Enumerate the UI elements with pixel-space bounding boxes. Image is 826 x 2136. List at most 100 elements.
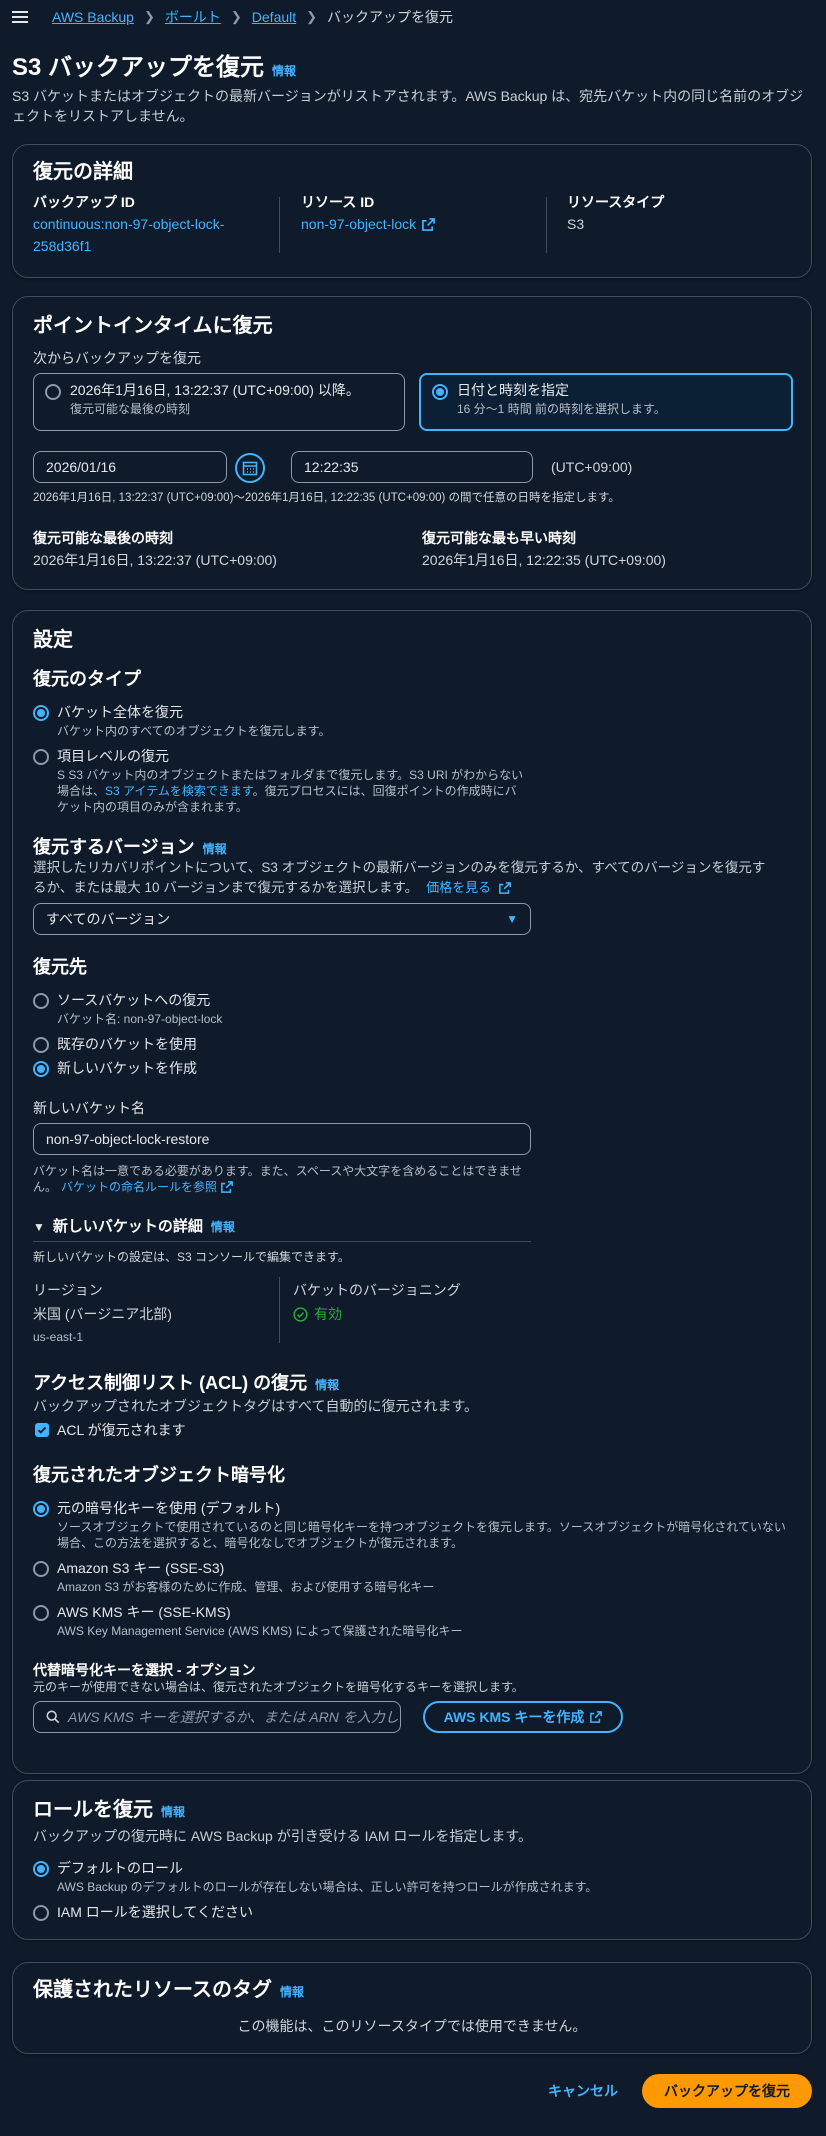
create-new-bucket-radio[interactable] — [33, 1061, 49, 1077]
search-icon — [46, 1710, 60, 1724]
sse-s3-radio[interactable] — [33, 1561, 49, 1577]
resource-id-label: リソース ID — [301, 194, 375, 210]
sse-kms-title[interactable]: AWS KMS キー (SSE-KMS) — [57, 1603, 231, 1622]
versions-select[interactable]: すべてのバージョン ▼ — [33, 903, 531, 935]
bucket-naming-rules-link[interactable]: バケットの命名ルールを参照 — [61, 1179, 217, 1195]
use-existing-bucket-title[interactable]: 既存のバケットを使用 — [57, 1035, 197, 1054]
divider — [279, 197, 280, 253]
sse-s3-title[interactable]: Amazon S3 キー (SSE-S3) — [57, 1559, 224, 1578]
original-key-desc-line2: 場合、この方法を選択すると、暗号化なしでオブジェクトが復元されます。 — [57, 1536, 463, 1550]
info-link[interactable]: 情報 — [272, 63, 296, 79]
restore-role-heading-row: ロールを復元 情報 — [33, 1797, 185, 1824]
default-role-radio[interactable] — [33, 1861, 49, 1877]
new-bucket-details-title: 新しいバケットの詳細 — [52, 1218, 203, 1235]
acl-checkbox-label[interactable]: ACL が復元されます — [57, 1421, 186, 1440]
caret-down-icon: ▼ — [506, 911, 518, 926]
calendar-button[interactable] — [235, 453, 265, 483]
create-kms-key-button[interactable]: AWS KMS キーを作成 — [423, 1701, 623, 1733]
tags-unavailable-message: この機能は、このリソースタイプでは使用できません。 — [237, 2018, 587, 2034]
restore-entire-bucket-desc: バケット内のすべてのオブジェクトを復元します。 — [57, 724, 331, 738]
specify-datetime-tile[interactable]: 日付と時刻を指定 16 分〜1 時間 前の時刻を選択します。 — [419, 373, 793, 431]
iam-role-radio[interactable] — [33, 1905, 49, 1921]
backup-id-value-line2: 258d36f1 — [33, 238, 92, 254]
create-new-bucket-title[interactable]: 新しいバケットを作成 — [57, 1059, 197, 1078]
chevron-right-icon: ❯ — [306, 9, 318, 25]
latest-time-label: 復元可能な最後の時刻 — [33, 530, 173, 546]
resource-type-value: S3 — [567, 216, 585, 232]
versions-desc-text: るか、または最大 10 バージョンまで復元するかを選択します。 — [33, 880, 419, 895]
default-role-title[interactable]: デフォルトのロール — [57, 1859, 183, 1878]
restore-latest-tile[interactable]: 2026年1月16日, 13:22:37 (UTC+09:00) 以降。 復元可… — [33, 373, 405, 431]
calendar-icon — [242, 461, 258, 476]
menu-icon[interactable] — [12, 11, 28, 23]
divider — [279, 1277, 280, 1343]
specify-datetime-radio[interactable] — [432, 384, 448, 400]
iam-role-title[interactable]: IAM ロールを選択してください — [57, 1903, 253, 1922]
restore-entire-bucket-radio[interactable] — [33, 705, 49, 721]
sse-kms-radio[interactable] — [33, 1605, 49, 1621]
resource-tags-heading: 保護されたリソースのタグ — [33, 1979, 272, 2001]
item-level-desc-line3: ケット内の項目のみが含まれます。 — [57, 800, 248, 814]
acl-info-link[interactable]: 情報 — [315, 1377, 339, 1393]
resource-id-value[interactable]: non-97-object-lock — [301, 215, 416, 234]
kms-key-search-input[interactable]: AWS KMS キーを選択するか、または ARN を入力し — [33, 1701, 401, 1733]
acl-heading-row: アクセス制御リスト (ACL) の復元 情報 — [33, 1371, 339, 1395]
new-bucket-hint-line2: ん。 バケットの命名ルールを参照 — [33, 1179, 233, 1195]
item-level-restore-radio[interactable] — [33, 749, 49, 765]
acl-checkbox[interactable] — [35, 1423, 49, 1437]
restore-latest-title: 2026年1月16日, 13:22:37 (UTC+09:00) 以降。 — [70, 382, 360, 398]
breadcrumb-default[interactable]: Default — [252, 8, 296, 27]
restore-to-source-title[interactable]: ソースバケットへの復元 — [57, 991, 210, 1010]
breadcrumb-current: バックアップを復元 — [327, 8, 454, 25]
pricing-link[interactable]: 価格を見る — [426, 879, 491, 897]
restore-role-card: ロールを復元 情報 バックアップの復元時に AWS Backup が引き受ける … — [12, 1780, 812, 1940]
breadcrumb-vaults[interactable]: ボールト — [165, 8, 221, 27]
new-bucket-name-label: 新しいバケット名 — [33, 1100, 145, 1116]
versions-info-link[interactable]: 情報 — [203, 841, 227, 857]
new-bucket-hint-line1: バケット名は一意である必要があります。また、スペースや大文字を含めることはできま… — [33, 1164, 522, 1178]
new-bucket-name-input[interactable]: non-97-object-lock-restore — [33, 1123, 531, 1155]
versions-select-value: すべてのバージョン — [46, 910, 171, 927]
restore-to-source-radio[interactable] — [33, 993, 49, 1009]
details-info-link[interactable]: 情報 — [211, 1219, 235, 1235]
original-key-radio[interactable] — [33, 1501, 49, 1517]
restore-role-heading: ロールを復元 — [33, 1799, 153, 1821]
restore-role-desc: バックアップの復元時に AWS Backup が引き受ける IAM ロールを指定… — [33, 1828, 533, 1844]
pitr-heading: ポイントインタイムに復元 — [33, 315, 273, 337]
resource-id-link[interactable]: non-97-object-lock — [301, 215, 436, 234]
external-link-icon — [499, 882, 512, 895]
restore-details-heading: 復元の詳細 — [33, 161, 133, 183]
restore-backup-button[interactable]: バックアップを復元 — [642, 2074, 812, 2108]
breadcrumb-aws-backup[interactable]: AWS Backup — [52, 8, 134, 27]
search-s3-items-link[interactable]: S3 アイテムを検索できます — [105, 784, 253, 798]
resource-tags-heading-row: 保護されたリソースのタグ 情報 — [33, 1977, 304, 2004]
new-bucket-details-expander[interactable]: ▼ 新しいバケットの詳細 情報 — [33, 1217, 531, 1243]
item-level-desc-line2: 場合は、S3 アイテムを検索できます。復元プロセスには、回復ポイントの作成時にバ — [57, 783, 517, 799]
original-key-desc-line1: ソースオブジェクトで使用されているのと同じ暗号化キーを持つオブジェクトを復元しま… — [57, 1520, 786, 1534]
divider — [546, 197, 547, 253]
restore-entire-bucket-title[interactable]: バケット全体を復元 — [57, 703, 183, 722]
use-existing-bucket-radio[interactable] — [33, 1037, 49, 1053]
item-level-restore-title[interactable]: 項目レベルの復元 — [57, 747, 169, 766]
alt-key-desc: 元のキーが使用できない場合は、復元されたオブジェクトを暗号化するキーを選択します… — [33, 1680, 524, 1694]
pitr-card: ポイントインタイムに復元 次からバックアップを復元 2026年1月16日, 13… — [12, 296, 812, 590]
cancel-button[interactable]: キャンセル — [548, 2082, 618, 2101]
item-level-desc-text: 。復元プロセスには、回復ポイントの作成時にバ — [252, 784, 517, 798]
tags-info-link[interactable]: 情報 — [280, 1984, 304, 2000]
kms-key-search-placeholder: AWS KMS キーを選択するか、または ARN を入力し — [68, 1708, 399, 1725]
restore-from-label: 次からバックアップを復元 — [33, 350, 201, 366]
specify-datetime-desc: 16 分〜1 時間 前の時刻を選択します。 — [457, 402, 666, 416]
role-info-link[interactable]: 情報 — [161, 1804, 185, 1820]
chevron-right-icon: ❯ — [143, 9, 155, 25]
date-input[interactable]: 2026/01/16 — [33, 451, 227, 483]
range-hint: 2026年1月16日, 13:22:37 (UTC+09:00)〜2026年1月… — [33, 492, 620, 504]
restore-type-heading: 復元のタイプ — [33, 669, 141, 689]
external-link-icon — [221, 1181, 233, 1194]
resource-tags-card: 保護されたリソースのタグ 情報 この機能は、このリソースタイプでは使用できません… — [12, 1962, 812, 2054]
original-key-title[interactable]: 元の暗号化キーを使用 (デフォルト) — [57, 1499, 280, 1518]
time-input[interactable]: 12:22:35 — [291, 451, 533, 483]
item-level-desc-line1: S S3 バケット内のオブジェクトまたはフォルダまで復元します。S3 URI が… — [57, 768, 524, 782]
destination-heading: 復元先 — [33, 957, 87, 977]
restore-to-source-desc: バケット名: non-97-object-lock — [57, 1012, 223, 1026]
restore-latest-radio[interactable] — [45, 384, 61, 400]
